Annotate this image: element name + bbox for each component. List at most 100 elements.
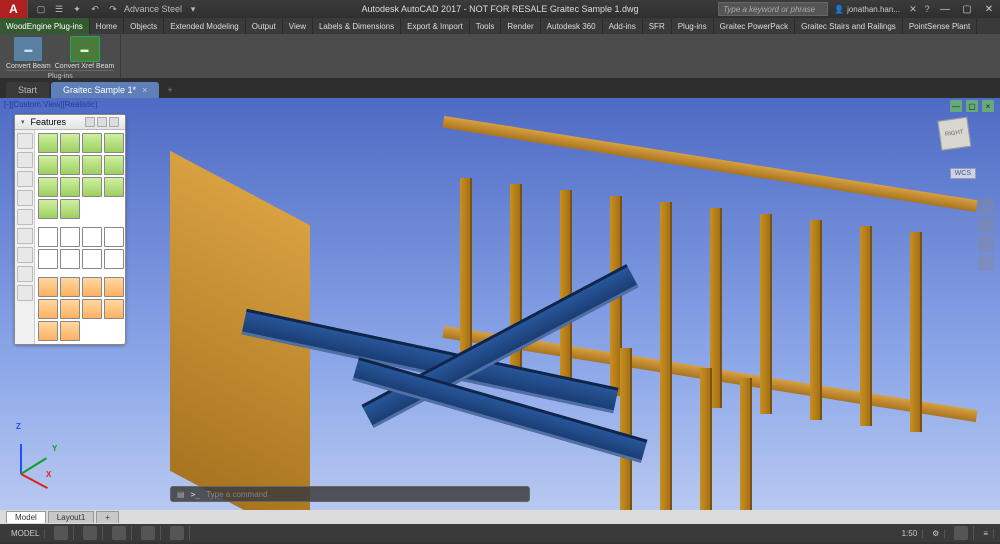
status-osnap-icon[interactable] (165, 526, 190, 540)
feature-icon[interactable] (104, 277, 124, 297)
feature-icon[interactable] (82, 249, 102, 269)
feature-icon[interactable] (104, 227, 124, 247)
ribbon-tab-extmodel[interactable]: Extended Modeling (164, 18, 246, 34)
feature-icon[interactable] (38, 299, 58, 319)
features-palette[interactable]: ▾ Features (14, 114, 126, 345)
viewport-label[interactable]: [-][Custom View][Realistic] (4, 100, 97, 109)
exchange-icon[interactable]: ✕ (906, 2, 920, 16)
feature-icon[interactable] (82, 227, 102, 247)
layout-add-button[interactable]: + (96, 511, 119, 523)
feature-icon[interactable] (60, 277, 80, 297)
feature-icon[interactable] (104, 249, 124, 269)
layout-tab-layout1[interactable]: Layout1 (48, 511, 94, 523)
steering-wheel-icon[interactable] (978, 198, 994, 214)
ribbon-tab-pointsense[interactable]: PointSense Plant (903, 18, 977, 34)
ribbon-tab-woodengine[interactable]: WoodEngine Plug-ins (0, 18, 90, 34)
drawing-viewport[interactable]: [-][Custom View][Realistic] — ▢ × RIGHT … (0, 98, 1000, 510)
palette-cat-icon[interactable] (17, 152, 33, 168)
ribbon-tab-output[interactable]: Output (246, 18, 283, 34)
status-ortho-icon[interactable] (107, 526, 132, 540)
feature-icon[interactable] (60, 249, 80, 269)
feature-icon[interactable] (60, 199, 80, 219)
feature-icon[interactable] (38, 227, 58, 247)
feature-icon[interactable] (38, 199, 58, 219)
palette-tool-icon[interactable] (97, 117, 107, 127)
feature-icon[interactable] (38, 321, 58, 341)
ribbon-tab-tools[interactable]: Tools (470, 18, 502, 34)
status-customize-icon[interactable]: ≡ (978, 529, 994, 538)
feature-icon[interactable] (60, 177, 80, 197)
open-icon[interactable]: ☰ (52, 2, 66, 16)
minimize-button[interactable]: — (934, 0, 956, 18)
palette-cat-icon[interactable] (17, 247, 33, 263)
status-model-toggle[interactable]: MODEL (6, 529, 45, 538)
qat-dropdown-icon[interactable]: ▾ (186, 2, 200, 16)
feature-icon[interactable] (82, 299, 102, 319)
ribbon-tab-objects[interactable]: Objects (124, 18, 164, 34)
feature-icon[interactable] (104, 133, 124, 153)
palette-cat-icon[interactable] (17, 171, 33, 187)
ribbon-tab-powerpack[interactable]: Graitec PowerPack (714, 18, 795, 34)
palette-tool-icon[interactable] (85, 117, 95, 127)
ribbon-tab-sfr[interactable]: SFR (643, 18, 672, 34)
feature-icon[interactable] (38, 177, 58, 197)
palette-cat-icon[interactable] (17, 228, 33, 244)
close-tab-icon[interactable]: × (142, 85, 147, 95)
palette-tool-icon[interactable] (109, 117, 119, 127)
ribbon-tab-plugins[interactable]: Plug-ins (672, 18, 714, 34)
layout-tab-model[interactable]: Model (6, 511, 46, 523)
help-search-input[interactable]: Type a keyword or phrase (718, 2, 828, 16)
close-button[interactable]: ✕ (978, 0, 1000, 18)
feature-icon[interactable] (82, 177, 102, 197)
pan-icon[interactable] (978, 217, 994, 233)
feature-icon[interactable] (38, 133, 58, 153)
app-logo[interactable]: A (0, 0, 28, 18)
ribbon-tab-addins[interactable]: Add-ins (603, 18, 643, 34)
palette-cat-icon[interactable] (17, 133, 33, 149)
palette-cat-icon[interactable] (17, 209, 33, 225)
command-history-icon[interactable]: ▤ (177, 490, 185, 499)
navigation-bar[interactable] (978, 198, 994, 271)
feature-icon[interactable] (104, 299, 124, 319)
feature-icon[interactable] (82, 133, 102, 153)
feature-icon[interactable] (38, 249, 58, 269)
ribbon-tab-view[interactable]: View (283, 18, 313, 34)
palette-cat-icon[interactable] (17, 266, 33, 282)
feature-icon[interactable] (38, 277, 58, 297)
redo-icon[interactable]: ↷ (106, 2, 120, 16)
new-tab-button[interactable]: + (161, 82, 178, 98)
convert-xref-beam-button[interactable]: ▬ Convert Xref Beam (55, 36, 115, 70)
zoom-icon[interactable] (978, 236, 994, 252)
ucs-icon[interactable]: Z Y X (12, 426, 68, 482)
ribbon-tab-home[interactable]: Home (90, 18, 124, 34)
feature-icon[interactable] (82, 155, 102, 175)
feature-icon[interactable] (104, 177, 124, 197)
orbit-icon[interactable] (978, 255, 994, 271)
feature-icon[interactable] (38, 155, 58, 175)
palette-titlebar[interactable]: ▾ Features (15, 115, 125, 130)
vp-minimize-icon[interactable]: — (950, 100, 962, 112)
status-grid-icon[interactable] (49, 526, 74, 540)
ribbon-tab-export[interactable]: Export & Import (401, 18, 470, 34)
save-icon[interactable]: ✦ (70, 2, 84, 16)
status-iso-icon[interactable] (949, 526, 974, 540)
ribbon-tab-stairs[interactable]: Graitec Stairs and Railings (795, 18, 903, 34)
collapse-icon[interactable]: ▾ (21, 118, 25, 126)
feature-icon[interactable] (60, 133, 80, 153)
status-polar-icon[interactable] (136, 526, 161, 540)
viewcube-face[interactable]: RIGHT (937, 117, 971, 151)
ribbon-tab-a360[interactable]: Autodesk 360 (541, 18, 603, 34)
command-line[interactable]: ▤ >_ Type a command (170, 486, 530, 502)
ribbon-tab-labels[interactable]: Labels & Dimensions (313, 18, 401, 34)
maximize-button[interactable]: ▢ (956, 0, 978, 18)
status-scale[interactable]: 1:50 (897, 529, 924, 538)
feature-icon[interactable] (104, 155, 124, 175)
feature-icon[interactable] (60, 299, 80, 319)
feature-icon[interactable] (60, 155, 80, 175)
file-tab-start[interactable]: Start (6, 82, 49, 98)
ribbon-tab-render[interactable]: Render (501, 18, 540, 34)
palette-cat-icon[interactable] (17, 190, 33, 206)
vp-close-icon[interactable]: × (982, 100, 994, 112)
file-tab-drawing[interactable]: Graitec Sample 1* × (51, 82, 159, 98)
feature-icon[interactable] (60, 227, 80, 247)
